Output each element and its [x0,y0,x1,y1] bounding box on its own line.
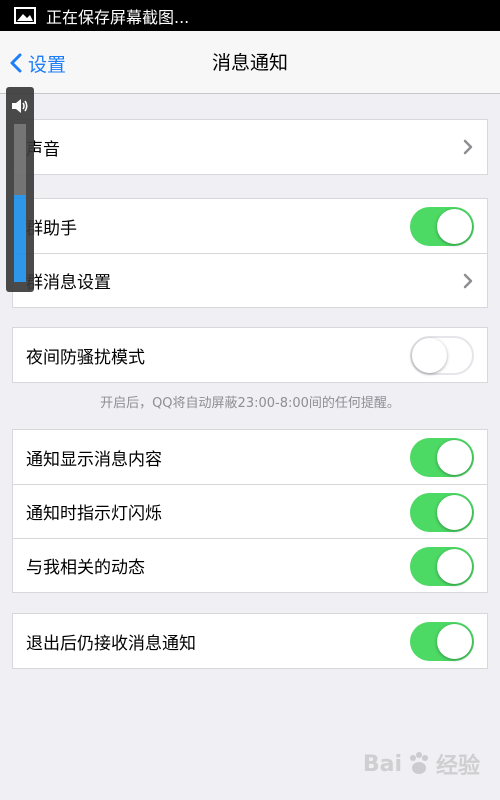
night-mode-note: 开启后，QQ将自动屏蔽23:00-8:00间的任何提醒。 [100,396,400,411]
image-icon [14,7,36,24]
related-updates-toggle[interactable] [410,547,474,586]
toggle-knob [437,624,472,659]
toggle-knob [437,209,472,244]
volume-level-fill [14,195,26,282]
chevron-right-icon [463,273,473,289]
row-related-updates: 与我相关的动态 [13,538,487,592]
show-message-content-toggle[interactable] [410,438,474,477]
group-receive-after-exit: 退出后仍接收消息通知 [12,613,488,669]
paw-icon [409,752,428,774]
row-label: 群消息设置 [26,273,111,293]
group-group-settings: 群助手 群消息设置 [12,198,488,308]
toggle-knob [437,440,472,475]
row-label: 夜间防骚扰模式 [26,347,145,368]
night-mode-toggle[interactable] [410,336,474,375]
status-bar: 正在保存屏幕截图... [0,0,500,31]
volume-track[interactable] [14,124,26,282]
receive-after-exit-toggle[interactable] [410,622,474,661]
group-night-mode: 夜间防骚扰模式 [12,327,488,383]
volume-overlay[interactable] [6,87,34,292]
row-sound[interactable]: 声音 [13,120,487,174]
speaker-icon [12,99,28,113]
row-group-message-settings[interactable]: 群消息设置 [13,253,487,307]
navigation-bar: 设置 消息通知 [0,31,500,94]
row-group-assistant: 群助手 [13,199,487,253]
chevron-right-icon [463,139,473,155]
row-night-mode: 夜间防骚扰模式 [13,328,487,382]
watermark-text-left: Bai [362,751,402,777]
row-label: 与我相关的动态 [26,558,145,578]
toggle-knob [437,549,472,584]
row-show-message-content: 通知显示消息内容 [13,430,487,484]
row-label: 通知显示消息内容 [26,449,162,470]
page-title: 消息通知 [211,52,288,74]
indicator-light-toggle[interactable] [410,493,474,532]
toggle-knob [412,338,447,373]
row-label: 退出后仍接收消息通知 [26,633,196,654]
toggle-knob [437,495,472,530]
row-indicator-light: 通知时指示灯闪烁 [13,484,487,538]
group-notification-options: 通知显示消息内容 通知时指示灯闪烁 与我相关的动态 [12,429,488,593]
baidu-watermark: Bai 经验 [363,748,480,780]
row-label: 通知时指示灯闪烁 [26,504,162,524]
row-receive-after-exit: 退出后仍接收消息通知 [13,614,487,668]
watermark-text-right: 经验 [435,754,480,779]
group-assistant-toggle[interactable] [410,207,474,246]
group-sound: 声音 [12,119,488,175]
notification-text: 正在保存屏幕截图... [46,7,190,27]
